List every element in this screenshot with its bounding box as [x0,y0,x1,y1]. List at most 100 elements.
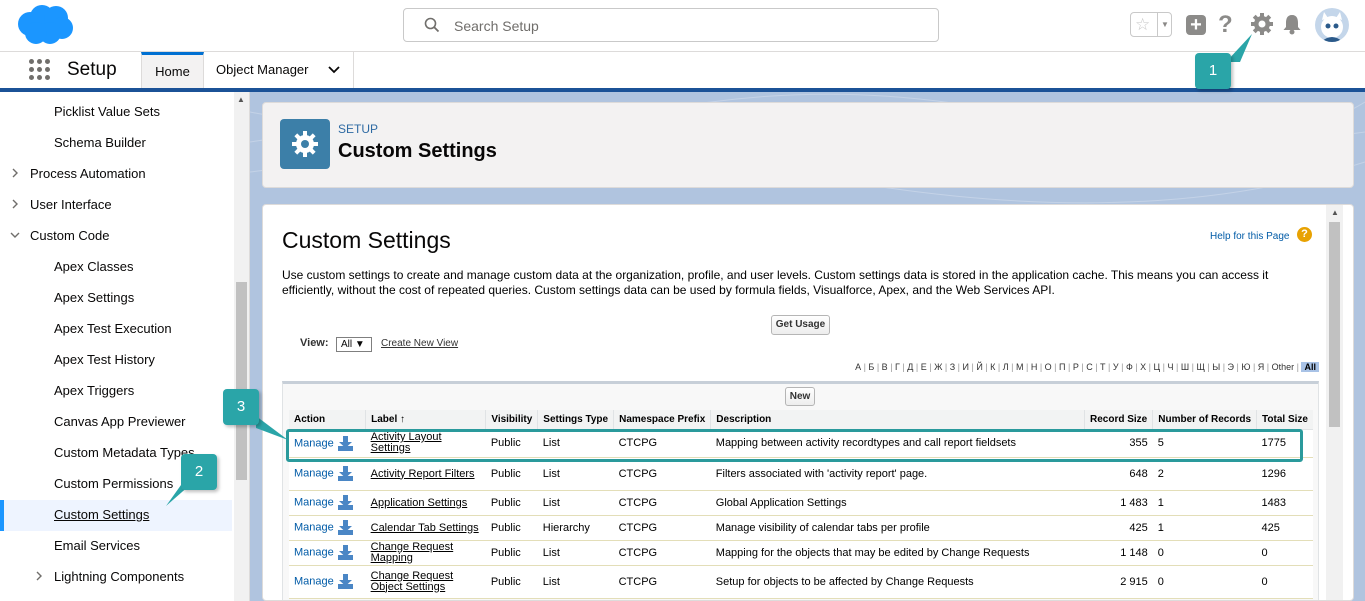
visibility-cell: Public [485,540,538,566]
search-icon [424,17,440,33]
alpha-filter-30[interactable]: Other [1272,362,1295,372]
sidebar-item[interactable]: Custom Settings [54,507,149,522]
global-header: ☆ ▼ + ? [0,0,1365,51]
help-question-icon[interactable]: ? [1297,227,1312,242]
download-icon[interactable] [337,494,354,511]
manage-link[interactable]: Manage [294,467,334,479]
tab-object-manager-label: Object Manager [216,62,309,77]
download-icon[interactable] [337,544,354,561]
alpha-filter-20[interactable]: Ф [1126,362,1133,372]
salesforce-logo-icon[interactable] [14,4,76,46]
manage-link[interactable]: Manage [294,496,334,508]
table-row: Manage Calendar Tab Settings Public Hierar… [289,515,1313,541]
get-usage-button[interactable]: Get Usage [771,315,830,335]
sidebar-item[interactable]: Lightning Components [54,569,184,584]
sidebar-item[interactable]: Canvas App Previewer [54,414,186,429]
manage-link[interactable]: Manage [294,575,334,587]
alpha-separator: | [942,362,950,372]
download-icon[interactable] [337,465,354,482]
chevron-right-icon[interactable] [10,167,20,181]
chevron-down-icon[interactable] [10,229,20,243]
view-select[interactable]: All ▼ [336,337,372,352]
total-size-cell: 0 [1256,540,1313,566]
chevron-right-icon[interactable] [10,198,20,212]
notifications-bell-icon[interactable] [1282,13,1302,35]
setting-label-link[interactable]: Calendar Tab Settings [371,522,479,534]
setting-label-link[interactable]: Change Request Mapping [371,541,481,564]
global-actions-plus-icon[interactable]: + [1186,15,1206,35]
alpha-filter-31[interactable]: All [1301,362,1319,372]
settings-type-cell: List [537,540,614,566]
sidebar-item[interactable]: User Interface [30,197,112,212]
column-header[interactable]: Number of Records [1152,410,1257,430]
record-size-cell: 1 148 [1084,540,1153,566]
column-header[interactable]: Label ↑ [365,410,486,430]
sidebar-item[interactable]: Apex Classes [54,259,133,274]
description-cell: Setup for objects to be affected by Chan… [710,565,1085,599]
search-box[interactable] [403,8,939,42]
alpha-filter-26[interactable]: Ы [1212,362,1220,372]
column-header[interactable]: Action [289,410,366,430]
table-row: Manage Change Request Object Settings Pub… [289,565,1313,599]
alpha-separator: | [1264,362,1272,372]
column-header[interactable]: Record Size [1083,410,1153,430]
sidebar-item[interactable]: Apex Test History [54,352,155,367]
chevron-down-icon[interactable]: ▼ [1157,13,1172,36]
setting-label-link[interactable]: Change Request Object Settings [371,570,481,593]
sidebar-item[interactable]: Apex Triggers [54,383,134,398]
page-header: SETUP Custom Settings [262,102,1354,188]
column-header[interactable]: Visibility [485,410,538,430]
tab-home[interactable]: Home [141,52,204,89]
breadcrumb-setup[interactable]: SETUP [338,122,378,136]
tab-object-manager[interactable]: Object Manager [204,52,354,89]
column-header[interactable]: Namespace Prefix [613,410,711,430]
setting-label-link[interactable]: Activity Report Filters [371,468,475,480]
download-icon[interactable] [337,519,354,536]
help-icon[interactable]: ? [1218,11,1233,39]
search-input[interactable] [454,15,924,37]
manage-link[interactable]: Manage [294,546,334,558]
sidebar-item[interactable]: Apex Settings [54,290,134,305]
new-button[interactable]: New [785,387,815,406]
number-of-records-cell: 1 [1152,515,1257,541]
view-label: View: [300,337,329,349]
alpha-separator: | [1051,362,1060,372]
record-size-cell: 1 483 [1084,490,1153,516]
star-icon: ☆ [1135,15,1151,34]
help-for-this-page-link[interactable]: Help for this Page [1210,231,1290,242]
alpha-filter-24[interactable]: Ш [1181,362,1189,372]
column-header[interactable]: Settings Type [537,410,614,430]
sidebar-item[interactable]: Email Services [54,538,140,553]
content-scrollbar[interactable]: ▲ [1326,205,1343,600]
column-header[interactable]: Total Size [1256,410,1313,430]
setup-gear-icon[interactable] [1250,12,1274,36]
scroll-up-arrow-icon[interactable]: ▲ [1331,208,1339,217]
create-new-view-link[interactable]: Create New View [381,338,458,349]
sidebar-item[interactable]: Picklist Value Sets [54,104,160,119]
favorites-button[interactable]: ☆ ▼ [1130,12,1172,37]
setting-label-link[interactable]: Application Settings [371,497,468,509]
app-title: Setup [67,59,117,80]
content-scrollbar-thumb[interactable] [1329,222,1340,427]
sidebar-item[interactable]: Custom Code [30,228,109,243]
sidebar-scrollbar-thumb[interactable] [236,282,247,480]
app-launcher-icon[interactable] [29,59,50,80]
description-cell: Mapping for the objects that may be edit… [710,540,1085,566]
sidebar-item[interactable]: Schema Builder [54,135,146,150]
sidebar-item[interactable]: Custom Permissions [54,476,173,491]
chevron-down-icon[interactable] [328,64,340,76]
sidebar-item[interactable]: Process Automation [30,166,146,181]
scroll-up-arrow-icon[interactable]: ▲ [237,95,245,104]
column-header[interactable]: Description [710,410,1085,430]
chevron-right-icon[interactable] [34,570,44,584]
alpha-filter-14[interactable]: О [1045,362,1052,372]
user-avatar[interactable] [1315,8,1349,42]
sidebar-item[interactable]: Apex Test Execution [54,321,172,336]
sidebar-item[interactable]: Custom Metadata Types [54,445,195,460]
alpha-separator: | [1105,362,1113,372]
table-row: Manage Application Settings Public List CTC… [289,490,1313,516]
record-size-cell: 2 915 [1084,565,1153,599]
alpha-filter-25[interactable]: Щ [1196,362,1204,372]
manage-link[interactable]: Manage [294,521,334,533]
download-icon[interactable] [337,573,354,590]
